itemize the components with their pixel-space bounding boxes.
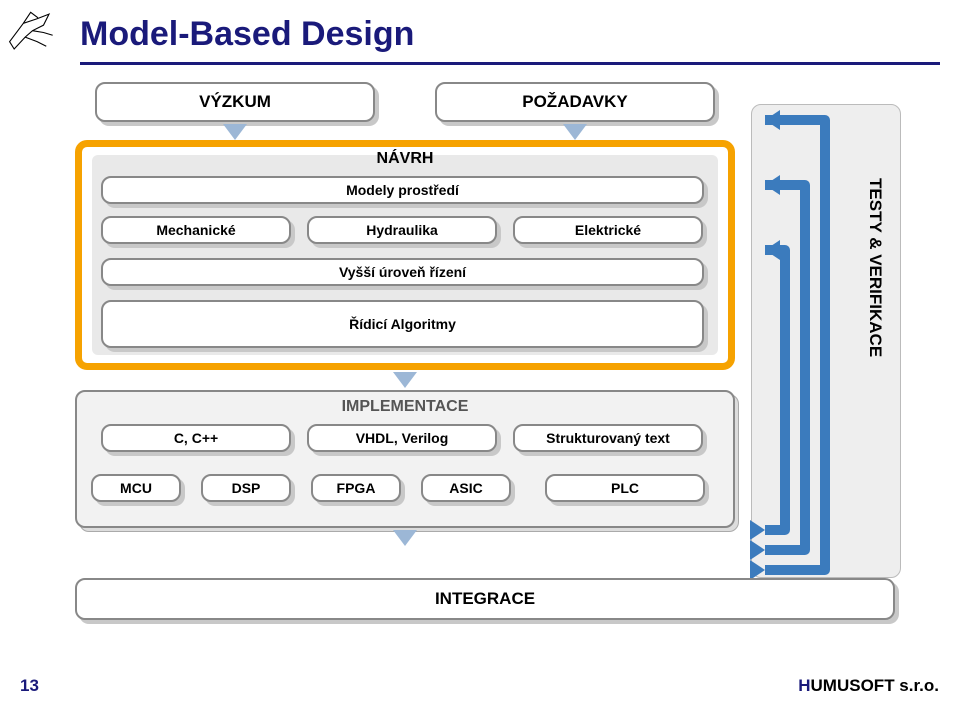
box-integrace: INTEGRACE xyxy=(75,578,895,620)
box-modely: Modely prostředí xyxy=(101,176,704,204)
footer-company: HUMUSOFT s.r.o. xyxy=(798,676,939,696)
box-asic: ASIC xyxy=(421,474,511,502)
page-title: Model-Based Design xyxy=(80,15,414,54)
arrow-down xyxy=(563,124,587,140)
implementace-title: IMPLEMENTACE xyxy=(75,398,735,416)
navrh-title: NÁVRH xyxy=(75,150,735,168)
diagram: TESTY & VERIFIKACE VÝZKUM POŽADAVKY NÁVR… xyxy=(65,80,900,635)
box-plc: PLC xyxy=(545,474,705,502)
arrow-down xyxy=(393,372,417,388)
box-mcu: MCU xyxy=(91,474,181,502)
title-rule xyxy=(80,62,940,65)
box-vhdl: VHDL, Verilog xyxy=(307,424,497,452)
logo-bird xyxy=(5,5,60,60)
box-ccpp: C, C++ xyxy=(101,424,291,452)
page-number: 13 xyxy=(20,676,39,696)
box-vyzkum: VÝZKUM xyxy=(95,82,375,122)
box-dsp: DSP xyxy=(201,474,291,502)
box-vyssi-uroven: Vyšší úroveň řízení xyxy=(101,258,704,286)
box-elektricke: Elektrické xyxy=(513,216,703,244)
box-fpga: FPGA xyxy=(311,474,401,502)
box-mechanicke: Mechanické xyxy=(101,216,291,244)
box-ridici-algoritmy: Řídicí Algoritmy xyxy=(101,300,704,348)
box-hydraulika: Hydraulika xyxy=(307,216,497,244)
box-stext: Strukturovaný text xyxy=(513,424,703,452)
arrow-down xyxy=(393,530,417,546)
box-pozadavky: POŽADAVKY xyxy=(435,82,715,122)
arrow-down xyxy=(223,124,247,140)
